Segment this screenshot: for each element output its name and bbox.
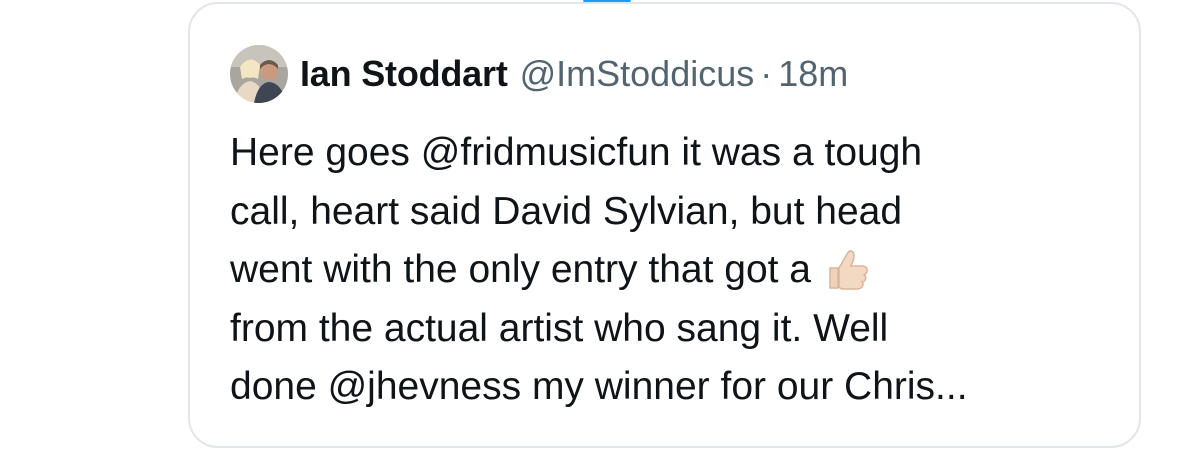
tweet-text-line: call, heart said David Sylvian, but head: [230, 189, 903, 233]
tweet-text-line: Here goes @fridmusicfun it was a tough: [230, 131, 923, 174]
thumbs-up-emoji-icon: [824, 246, 870, 292]
quoted-tweet-text: Here goes @fridmusicfun it was a tough c…: [230, 124, 1110, 417]
profile-photo-avatar-icon: [230, 45, 288, 103]
quoted-tweet-card[interactable]: Ian Stoddart @ImStoddicus · 18m Here goe…: [188, 2, 1141, 448]
quoted-tweet-header: Ian Stoddart @ImStoddicus · 18m: [230, 42, 848, 106]
tweet-text-line: from the actual artist who sang it. Well: [230, 306, 889, 350]
tweet-text-line-with-emoji: went with the only entry that got a: [230, 241, 1110, 300]
tweet-text-segment: went with the only entry that got a: [230, 248, 812, 291]
author-display-name[interactable]: Ian Stoddart: [300, 53, 508, 95]
author-handle[interactable]: @ImStoddicus: [520, 53, 755, 95]
author-avatar[interactable]: [230, 45, 288, 103]
tweet-timestamp[interactable]: 18m: [778, 53, 848, 95]
separator-dot: ·: [760, 53, 773, 94]
tweet-text-line: done @jhevness my winner for our Chris..…: [230, 365, 968, 408]
